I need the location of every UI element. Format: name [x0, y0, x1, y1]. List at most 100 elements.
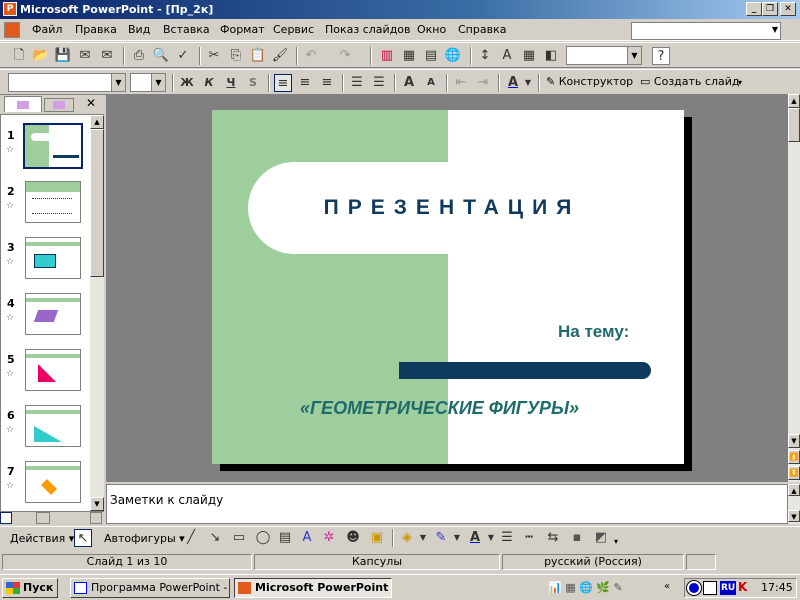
paste-icon[interactable]: 📋	[249, 47, 267, 65]
italic-button[interactable]: К	[200, 74, 218, 92]
scroll-down-icon[interactable]: ▼	[788, 510, 800, 522]
zoom-combo[interactable]: ▼	[566, 46, 642, 65]
scroll-up-icon[interactable]: ▲	[788, 94, 800, 108]
slide-thumbnail-6[interactable]	[25, 405, 81, 447]
select-pointer-icon[interactable]: ↖	[74, 529, 92, 547]
menu-format[interactable]: Формат	[220, 23, 265, 36]
start-button[interactable]: Пуск	[2, 578, 58, 598]
slide-thumbnail-2[interactable]	[25, 181, 81, 223]
language-indicator[interactable]: RU	[720, 581, 737, 595]
new-slide-button[interactable]: ▭ Создать слайд	[640, 75, 739, 88]
chevron-down-icon[interactable]: ▼	[111, 74, 125, 91]
undo-icon[interactable]: ↶	[302, 47, 320, 65]
shadow-button[interactable]: S	[244, 74, 262, 92]
normal-view-icon[interactable]	[0, 512, 12, 524]
chevron-down-icon[interactable]: ▼	[452, 529, 462, 547]
autoshapes-menu[interactable]: Автофигуры ▾	[104, 532, 185, 545]
copy-icon[interactable]: ⎘	[227, 47, 245, 65]
sorter-view-icon[interactable]	[36, 512, 50, 524]
notes-scrollbar[interactable]: ▲ ▼	[788, 484, 800, 524]
menu-edit[interactable]: Правка	[75, 23, 117, 36]
new-icon[interactable]: 🗋	[10, 47, 28, 65]
menu-slideshow[interactable]: Показ слайдов	[325, 23, 411, 36]
align-right-icon[interactable]: ≡	[318, 74, 336, 92]
tables-borders-icon[interactable]: ▤	[422, 47, 440, 65]
increase-font-icon[interactable]: A	[400, 74, 418, 92]
underline-button[interactable]: Ч	[222, 74, 240, 92]
font-combo[interactable]: ▼	[8, 73, 126, 92]
font-size-combo[interactable]: ▼	[130, 73, 166, 92]
shadow-style-icon[interactable]: ▪	[568, 529, 586, 547]
scroll-thumb[interactable]	[90, 129, 104, 277]
picture-icon[interactable]: ▣	[368, 529, 386, 547]
design-button[interactable]: ✎ Конструктор	[546, 75, 633, 88]
arrow-icon[interactable]: ↘	[206, 529, 224, 547]
expand-all-icon[interactable]: ↕	[476, 47, 494, 65]
textbox-icon[interactable]: ▤	[276, 529, 294, 547]
spelling-icon[interactable]: ✓	[174, 47, 192, 65]
align-center-icon[interactable]: ≡	[296, 74, 314, 92]
volume-icon[interactable]	[703, 581, 717, 595]
chevron-down-icon[interactable]: ▼	[627, 47, 641, 64]
oval-icon[interactable]: ◯	[254, 529, 272, 547]
cut-icon[interactable]: ✂	[205, 47, 223, 65]
font-color-draw-icon[interactable]: A	[466, 529, 484, 547]
save-icon[interactable]: 💾	[54, 47, 72, 65]
maximize-button[interactable]: ❐	[762, 2, 778, 16]
grid-icon[interactable]: ▦	[520, 47, 538, 65]
menu-view[interactable]: Вид	[128, 23, 150, 36]
numbering-icon[interactable]: ☰	[348, 74, 366, 92]
bold-button[interactable]: Ж	[178, 74, 196, 92]
actions-menu[interactable]: Действия ▾	[10, 532, 74, 545]
formatting-icon[interactable]: A	[498, 47, 516, 65]
previous-slide-icon[interactable]: ⏫	[788, 450, 800, 464]
line-icon[interactable]: ╱	[182, 529, 200, 547]
slide-thumbnail-3[interactable]	[25, 237, 81, 279]
clipart-icon[interactable]: ☻	[344, 529, 362, 547]
line-style-icon[interactable]: ☰	[498, 529, 516, 547]
kaspersky-icon[interactable]: K	[738, 580, 747, 594]
notes-pane[interactable]: Заметки к слайду	[106, 484, 788, 524]
slide-subtitle[interactable]: На тему:	[558, 322, 629, 342]
chevron-down-icon[interactable]: ▼	[486, 529, 496, 547]
slide-canvas[interactable]: ПРЕЗЕНТАЦИЯ На тему: «ГЕОМЕТРИЧЕСКИЕ ФИГ…	[212, 110, 684, 464]
decrease-indent-icon[interactable]: ⇤	[452, 74, 470, 92]
scroll-down-icon[interactable]: ▼	[90, 497, 104, 511]
main-scrollbar[interactable]: ▲ ▼ ⏫ ⏬	[788, 94, 800, 482]
diagram-icon[interactable]: ✲	[320, 529, 338, 547]
insert-table-icon[interactable]: ▦	[400, 47, 418, 65]
permission-icon[interactable]: ✉	[76, 47, 94, 65]
slideshow-view-icon[interactable]	[90, 512, 102, 524]
slide-title[interactable]: ПРЕЗЕНТАЦИЯ	[302, 196, 602, 220]
tray-app-icon[interactable]	[686, 580, 702, 596]
chevron-down-icon[interactable]: ▼	[522, 74, 534, 92]
menu-help[interactable]: Справка	[458, 23, 506, 36]
format-painter-icon[interactable]: 🖌	[271, 47, 289, 65]
wordart-icon[interactable]: A	[298, 529, 316, 547]
print-preview-icon[interactable]: 🔍	[152, 47, 170, 65]
dash-style-icon[interactable]: ┅	[520, 529, 538, 547]
slide-thumbnail-1[interactable]	[23, 123, 83, 169]
decrease-font-icon[interactable]: A	[422, 74, 440, 92]
thumb-scrollbar[interactable]: ▲ ▼	[90, 115, 104, 511]
slide-thumbnail-7[interactable]	[25, 461, 81, 503]
taskbar-item-powerpoint-program[interactable]: Программа PowerPoint - ...	[70, 578, 230, 598]
close-button[interactable]: ✕	[780, 2, 796, 16]
chevron-icon[interactable]: «	[664, 581, 670, 592]
tab-slides[interactable]	[44, 98, 74, 112]
open-icon[interactable]: 📂	[32, 47, 50, 65]
help-search-input[interactable]: ▼	[631, 22, 781, 40]
menu-window[interactable]: Окно	[417, 23, 446, 36]
taskbar-item-powerpoint-active[interactable]: Microsoft PowerPoint -...	[234, 578, 392, 598]
line-color-icon[interactable]: ✎	[432, 529, 450, 547]
insert-chart-icon[interactable]: ▥	[378, 47, 396, 65]
align-left-icon[interactable]: ≡	[274, 74, 292, 92]
increase-indent-icon[interactable]: ⇥	[474, 74, 492, 92]
redo-icon[interactable]: ↷	[336, 47, 354, 65]
chevron-down-icon[interactable]: ▼	[151, 74, 165, 91]
3d-style-icon[interactable]: ◩	[592, 529, 610, 547]
rectangle-icon[interactable]: ▭	[230, 529, 248, 547]
help-icon[interactable]: ?	[652, 47, 670, 65]
scroll-up-icon[interactable]: ▲	[788, 484, 800, 496]
font-color-icon[interactable]: A	[504, 74, 522, 92]
